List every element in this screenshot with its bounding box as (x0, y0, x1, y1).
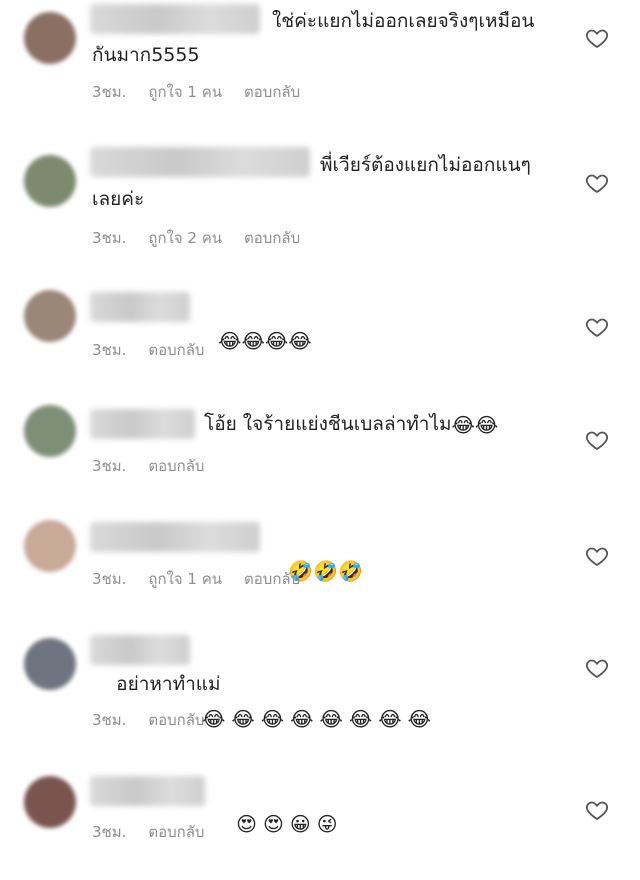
comment-meta: 3ชม. ถูกใจ 1 คน ตอบกลับ (92, 80, 300, 104)
comment-meta: 3ชม. ตอบกลับ (92, 454, 204, 478)
reply-link[interactable]: ตอบกลับ (244, 567, 300, 591)
comment-text-body: โอ้ย ใจร้ายแย่งชีนเบลล่าทำไม (204, 413, 452, 435)
comment-item: อย่าหาทำแม่😂😂😂😂😂😂😂😂 3ชม. ตอบกลับ (0, 630, 640, 740)
heart-icon[interactable] (585, 798, 609, 822)
comment-text: พี่เวียร์ต้องแยกไม่ออกแนๆเลยค่ะ (92, 154, 531, 210)
comment-meta: 3ชม. ตอบกลับ (92, 820, 204, 844)
comment-time: 3ชม. (92, 341, 127, 359)
heart-icon[interactable] (585, 656, 609, 680)
reply-link[interactable]: ตอบกลับ (148, 454, 204, 478)
comment-time: 3ชม. (92, 229, 127, 247)
avatar[interactable] (24, 405, 76, 457)
avatar[interactable] (24, 155, 76, 207)
avatar[interactable] (24, 290, 76, 342)
heart-icon[interactable] (585, 315, 609, 339)
comment-meta: 3ชม. ตอบกลับ (92, 708, 204, 732)
comment-likes[interactable]: ถูกใจ 1 คน (148, 567, 222, 591)
comment-text-body: อย่าหาทำแม่ (116, 673, 221, 695)
avatar[interactable] (24, 776, 76, 828)
comment-text: โอ้ย ใจร้ายแย่งชีนเบลล่าทำไม😂😂 (204, 407, 502, 441)
comment-text: 😍😍😀😜 (212, 772, 348, 874)
emoji-group: 😂😂😂😂 (218, 329, 312, 353)
reply-link[interactable]: ตอบกลับ (244, 226, 300, 250)
username-blurred[interactable] (90, 409, 195, 439)
heart-icon[interactable] (585, 26, 609, 50)
avatar[interactable] (24, 638, 76, 690)
comment-time: 3ชม. (92, 570, 127, 588)
emoji-group: 😂😂 (451, 413, 499, 437)
comment-meta: 3ชม. ถูกใจ 2 คน ตอบกลับ (92, 226, 300, 250)
comment-time: 3ชม. (92, 711, 127, 729)
reply-link[interactable]: ตอบกลับ (148, 820, 204, 844)
comment-likes[interactable]: ถูกใจ 1 คน (148, 80, 222, 104)
comment-time: 3ชม. (92, 823, 127, 841)
username-blurred[interactable] (90, 522, 260, 552)
comment-time: 3ชม. (92, 457, 127, 475)
comment-item: ใช่ค่ะแยกไม่ออกเลยจริงๆเหมือนกันมาก5555 … (0, 0, 640, 110)
comment-text: 😂😂😂😂 (194, 289, 316, 391)
comment-item: 🤣🤣🤣 3ชม. ถูกใจ 1 คน ตอบกลับ (0, 516, 640, 626)
comment-item: 😍😍😀😜 3ชม. ตอบกลับ (0, 770, 640, 880)
reply-link[interactable]: ตอบกลับ (244, 80, 300, 104)
comment-text: อย่าหาทำแม่😂😂😂😂😂😂😂😂 (92, 633, 552, 769)
reply-link[interactable]: ตอบกลับ (148, 708, 204, 732)
avatar[interactable] (24, 520, 76, 572)
username-blurred[interactable] (90, 776, 205, 806)
comment-meta: 3ชม. ตอบกลับ (92, 338, 204, 362)
emoji-group: 😍😍😀😜 (236, 812, 344, 836)
comment-text: ใช่ค่ะแยกไม่ออกเลยจริงๆเหมือนกันมาก5555 (92, 10, 535, 66)
avatar[interactable] (24, 12, 76, 64)
reply-link[interactable]: ตอบกลับ (148, 338, 204, 362)
heart-icon[interactable] (585, 171, 609, 195)
comment-time: 3ชม. (92, 83, 127, 101)
heart-icon[interactable] (585, 544, 609, 568)
comment-item: พี่เวียร์ต้องแยกไม่ออกแนๆเลยค่ะ 3ชม. ถูก… (0, 145, 640, 255)
comment-item: 😂😂😂😂 3ชม. ตอบกลับ (0, 288, 640, 398)
heart-icon[interactable] (585, 428, 609, 452)
comment-likes[interactable]: ถูกใจ 2 คน (148, 226, 222, 250)
comment-item: โอ้ย ใจร้ายแย่งชีนเบลล่าทำไม😂😂 3ชม. ตอบก… (0, 403, 640, 513)
comment-meta: 3ชม. ถูกใจ 1 คน ตอบกลับ (92, 567, 300, 591)
username-blurred[interactable] (90, 292, 190, 322)
